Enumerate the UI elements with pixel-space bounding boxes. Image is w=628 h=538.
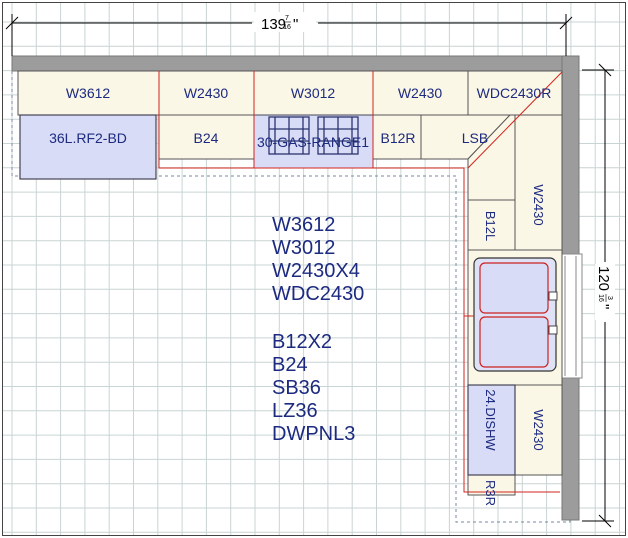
list-item: WDC2430 (272, 283, 364, 305)
list-item: DWPNL3 (272, 423, 355, 445)
list-item: LZ36 (272, 400, 318, 422)
label-w3612: W3612 (66, 85, 111, 101)
label-b24: B24 (194, 130, 219, 146)
label-b3r: R3R (483, 480, 498, 506)
floor-plan-canvas: W3612 W2430 W3012 W2430 WDC2430R 36L.RF2… (2, 2, 626, 536)
appliance-fridge[interactable] (19, 114, 157, 180)
label-dishwasher: 24.DISHW (483, 389, 498, 451)
top-wall (11, 55, 580, 72)
label-w2430-right: W2430 (531, 184, 546, 225)
label-range: 30-GAS-RANGE1 (257, 134, 369, 150)
height-dimension-whole: 120 (595, 266, 612, 291)
cabinet-w2430-right[interactable] (514, 114, 563, 251)
list-item: B24 (272, 354, 308, 376)
width-dimension-num: 7 (285, 15, 289, 22)
height-dimension-den: 16 (597, 294, 604, 302)
width-dimension-inch: " (293, 16, 298, 33)
list-item: B12X2 (272, 331, 332, 353)
sink-double-bowl[interactable] (473, 257, 558, 372)
label-w3012: W3012 (291, 85, 336, 101)
label-w2430-b: W2430 (398, 85, 443, 101)
label-b12l: B12L (483, 211, 498, 241)
height-dimension-inch: " (595, 304, 612, 309)
label-wdc2430r: WDC2430R (477, 85, 552, 101)
list-item: W2430X4 (272, 260, 360, 282)
height-dimension-num: 3 (606, 296, 613, 300)
label-w2430-right-lower: W2430 (531, 409, 546, 450)
label-lsb: LSB (462, 130, 488, 146)
list-item: SB36 (272, 377, 321, 399)
width-dimension-den: 16 (283, 24, 291, 31)
label-w2430-a: W2430 (184, 85, 229, 101)
list-item: W3612 (272, 214, 335, 236)
label-fridge: 36L.RF2-BD (49, 130, 127, 146)
list-item: W3012 (272, 237, 335, 259)
label-b12r: B12R (380, 130, 415, 146)
